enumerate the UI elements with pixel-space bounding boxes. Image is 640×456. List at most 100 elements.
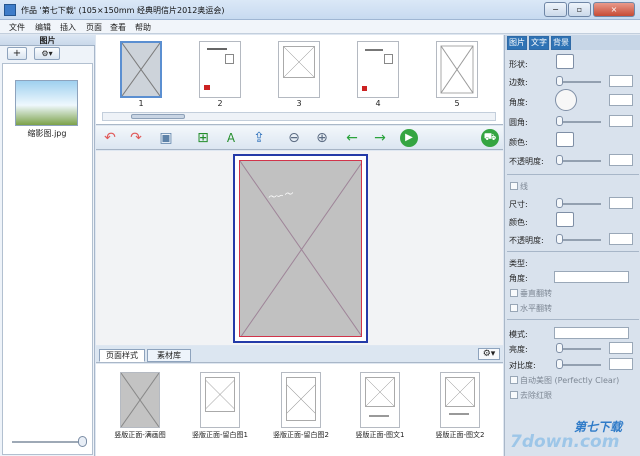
- border-slider-handle[interactable]: [556, 76, 563, 86]
- auto-enhance-checkbox[interactable]: [510, 376, 518, 384]
- menu-insert[interactable]: 插入: [60, 22, 76, 33]
- opacity-value[interactable]: [609, 154, 633, 166]
- divider-3: [507, 319, 639, 320]
- close-button[interactable]: ×: [593, 2, 635, 17]
- color-label: 颜色:: [509, 138, 528, 147]
- type-label: 类型:: [509, 259, 528, 268]
- corner-slider-handle[interactable]: [556, 116, 563, 126]
- size-slider[interactable]: [557, 203, 601, 205]
- image-thumbnail[interactable]: [15, 80, 78, 126]
- opacity-slider[interactable]: [557, 160, 601, 162]
- flip-vertical-checkbox[interactable]: [510, 289, 518, 297]
- brightness-slider[interactable]: [557, 348, 601, 350]
- contrast-slider[interactable]: [557, 364, 601, 366]
- template-thumbnail-3[interactable]: [281, 372, 321, 428]
- corner-value[interactable]: [609, 115, 633, 127]
- page-label-2: 2: [217, 99, 223, 108]
- image-panel: 图片 + ⚙▾ 缩影图.jpg: [0, 35, 95, 456]
- line-opacity-slider[interactable]: [557, 239, 601, 241]
- shape-label: 形状:: [509, 60, 528, 69]
- template-strip: 竖版正面-满画图 竖版正面-留白图1 竖版正面-留白图2 竖版正面-图文1 竖版…: [96, 364, 503, 456]
- brightness-value[interactable]: [609, 342, 633, 354]
- redo-icon[interactable]: ↷: [127, 129, 145, 147]
- flip-vertical-label: 垂直翻转: [520, 289, 552, 298]
- divider-2: [507, 251, 639, 252]
- window-title: 作品 '第七下载' (105×150mm 经典明信片2012奥运会): [21, 6, 225, 15]
- bottom-options-button[interactable]: ⚙▾: [478, 348, 500, 360]
- export-icon[interactable]: ⇪: [250, 129, 268, 147]
- undo-icon[interactable]: ↶: [101, 129, 119, 147]
- menu-edit[interactable]: 编辑: [35, 22, 51, 33]
- redeye-checkbox[interactable]: [510, 391, 518, 399]
- template-thumbnail-4[interactable]: [360, 372, 400, 428]
- page-thumbnail-1[interactable]: [120, 41, 162, 98]
- template-4-text-line: [369, 415, 389, 417]
- menu-page[interactable]: 页面: [86, 22, 102, 33]
- thumbnail-zoom-handle[interactable]: [78, 436, 87, 447]
- type-angle-select[interactable]: [554, 271, 629, 283]
- page-thumbnail-4[interactable]: [357, 41, 399, 98]
- page-2-logo: [204, 85, 210, 90]
- page-canvas: ～∽～: [96, 151, 503, 345]
- image-options-button[interactable]: ⚙▾: [34, 47, 60, 60]
- thumbnail-zoom-track[interactable]: [12, 441, 84, 443]
- page-strip-scroll-thumb[interactable]: [131, 114, 185, 119]
- current-page[interactable]: ～∽～: [233, 154, 368, 343]
- next-page-icon[interactable]: →: [371, 129, 389, 147]
- contrast-slider-handle[interactable]: [556, 359, 563, 369]
- color-swatch[interactable]: [556, 132, 574, 147]
- prev-page-icon[interactable]: ←: [343, 129, 361, 147]
- line-opacity-value[interactable]: [609, 233, 633, 245]
- page-thumbnail-2[interactable]: [199, 41, 241, 98]
- zoom-out-icon[interactable]: ⊖: [285, 129, 303, 147]
- play-icon[interactable]: ▶: [400, 129, 418, 147]
- zoom-in-icon[interactable]: ⊕: [313, 129, 331, 147]
- border-slider[interactable]: [557, 81, 601, 83]
- contrast-value[interactable]: [609, 358, 633, 370]
- page-thumbnail-5[interactable]: [436, 41, 478, 98]
- image-panel-title: 图片: [0, 35, 95, 46]
- cart-icon[interactable]: ⛟: [481, 129, 499, 147]
- maximize-button[interactable]: ▫: [568, 2, 591, 17]
- menu-bar: 文件 编辑 插入 页面 查看 帮助: [0, 20, 640, 34]
- save-icon[interactable]: ▣: [157, 129, 175, 147]
- brightness-slider-handle[interactable]: [556, 343, 563, 353]
- size-value[interactable]: [609, 197, 633, 209]
- page-label-5: 5: [454, 99, 460, 108]
- line-label: 线: [520, 182, 528, 191]
- menu-file[interactable]: 文件: [9, 22, 25, 33]
- angle-dial[interactable]: [555, 89, 577, 111]
- menu-view[interactable]: 查看: [110, 22, 126, 33]
- page-image-placeholder[interactable]: ～∽～: [239, 160, 362, 337]
- opacity-slider-handle[interactable]: [556, 155, 563, 165]
- add-image-button[interactable]: +: [7, 47, 27, 60]
- add-text-icon[interactable]: A: [222, 129, 240, 147]
- line-color-label: 颜色:: [509, 218, 528, 227]
- border-value[interactable]: [609, 75, 633, 87]
- tab-material-library[interactable]: 素材库: [147, 349, 191, 362]
- page-strip: 1 2 3 4 5: [96, 35, 503, 125]
- tab-text[interactable]: 文字: [529, 36, 549, 50]
- page-thumbnail-3[interactable]: [278, 41, 320, 98]
- properties-tabs: 图片 文字 背景: [505, 35, 640, 50]
- corner-slider[interactable]: [557, 121, 601, 123]
- add-image-icon[interactable]: ⊞: [194, 129, 212, 147]
- line-checkbox[interactable]: [510, 182, 518, 190]
- tab-background[interactable]: 背景: [551, 36, 571, 50]
- menu-help[interactable]: 帮助: [135, 22, 151, 33]
- page-strip-scrollbar[interactable]: [102, 112, 496, 121]
- template-thumbnail-2[interactable]: [200, 372, 240, 428]
- line-opacity-slider-handle[interactable]: [556, 234, 563, 244]
- template-thumbnail-1[interactable]: [120, 372, 160, 428]
- shape-picker[interactable]: [556, 54, 574, 69]
- size-slider-handle[interactable]: [556, 198, 563, 208]
- tab-page-style[interactable]: 页面样式: [99, 349, 145, 362]
- angle-value[interactable]: [609, 94, 633, 106]
- flip-horizontal-checkbox[interactable]: [510, 304, 518, 312]
- template-thumbnail-5[interactable]: [440, 372, 480, 428]
- minimize-button[interactable]: −: [544, 2, 567, 17]
- line-color-swatch[interactable]: [556, 212, 574, 227]
- mode-select[interactable]: [554, 327, 629, 339]
- bottom-tabs: 页面样式 素材库 ⚙▾: [96, 346, 503, 363]
- tab-image[interactable]: 图片: [507, 36, 527, 50]
